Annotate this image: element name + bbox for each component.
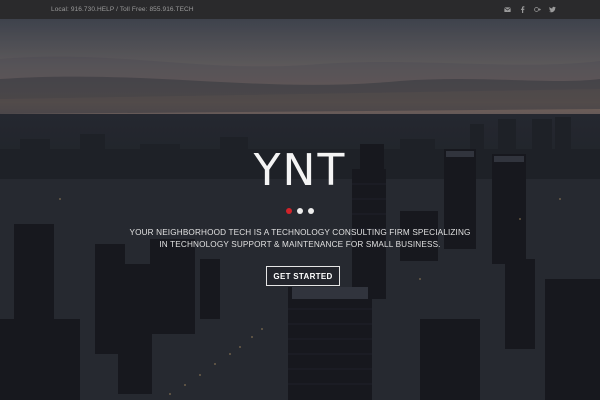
brand-logo-text: YNT: [253, 145, 347, 196]
twitter-icon[interactable]: [548, 6, 556, 14]
facebook-icon[interactable]: [518, 6, 526, 14]
hero-tagline: YOUR NEIGHBORHOOD TECH IS A TECHNOLOGY C…: [0, 227, 600, 251]
top-bar: Local: 916.730.HELP / Toll Free: 855.916…: [0, 0, 600, 19]
google-plus-icon[interactable]: [533, 6, 541, 14]
slider-dots: [0, 208, 600, 214]
get-started-button[interactable]: GET STARTED: [266, 266, 340, 286]
slider-dot-2[interactable]: [297, 208, 303, 214]
mail-icon[interactable]: [503, 6, 511, 14]
slider-dot-1[interactable]: [286, 208, 292, 214]
tagline-line-2: IN TECHNOLOGY SUPPORT & MAINTENANCE FOR …: [159, 240, 441, 249]
tagline-line-1: YOUR NEIGHBORHOOD TECH IS A TECHNOLOGY C…: [129, 228, 471, 237]
slider-dot-3[interactable]: [308, 208, 314, 214]
social-links: [503, 6, 556, 14]
hero-section: YNT YOUR NEIGHBORHOOD TECH IS A TECHNOLO…: [0, 19, 600, 400]
contact-info: Local: 916.730.HELP / Toll Free: 855.916…: [51, 6, 194, 13]
